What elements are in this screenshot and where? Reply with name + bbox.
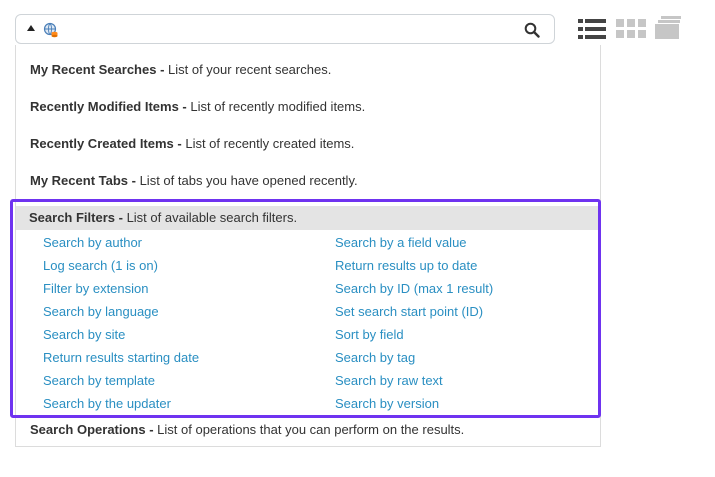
section-title: Search Operations [30,422,146,437]
stacked-view-icon[interactable] [655,16,683,40]
section-desc: List of tabs you have opened recently. [139,173,358,188]
filter-link[interactable]: Search by ID (max 1 result) [335,281,493,297]
search-filters-header[interactable]: Search Filters - List of available searc… [16,206,598,230]
section-desc: List of operations that you can perform … [157,422,465,437]
globe-database-icon[interactable] [43,22,59,38]
search-icon[interactable] [524,22,540,38]
section-title: My Recent Searches [30,62,157,77]
list-view-icon[interactable] [578,18,606,40]
recent-searches-item[interactable]: My Recent Searches - List of your recent… [30,62,331,78]
section-title: Recently Created Items [30,136,174,151]
recently-modified-item[interactable]: Recently Modified Items - List of recent… [30,99,365,115]
filter-link[interactable]: Search by version [335,396,439,412]
filter-link[interactable]: Search by the updater [43,396,171,412]
section-desc: List of recently created items. [185,136,355,151]
search-box[interactable] [15,14,555,44]
filter-link[interactable]: Filter by extension [43,281,149,297]
recent-tabs-item[interactable]: My Recent Tabs - List of tabs you have o… [30,173,358,189]
section-title: Recently Modified Items [30,99,179,114]
filter-link[interactable]: Return results up to date [335,258,477,274]
filter-link[interactable]: Search by template [43,373,155,389]
recently-created-item[interactable]: Recently Created Items - List of recentl… [30,136,354,152]
filter-link[interactable]: Search by a field value [335,235,467,251]
filter-link[interactable]: Search by raw text [335,373,443,389]
section-title: Search Filters [29,210,115,225]
section-desc: List of your recent searches. [168,62,332,77]
section-desc: List of available search filters. [126,210,298,225]
filter-link[interactable]: Search by site [43,327,125,343]
section-title: My Recent Tabs [30,173,129,188]
filter-link[interactable]: Log search (1 is on) [43,258,158,274]
caret-up-icon[interactable] [27,25,35,31]
grid-view-icon[interactable] [616,18,646,40]
filter-link[interactable]: Search by author [43,235,142,251]
section-desc: List of recently modified items. [190,99,366,114]
search-filters-label: Search Filters - List of available searc… [29,210,298,225]
filter-link[interactable]: Search by language [43,304,159,320]
search-operations-item[interactable]: Search Operations - List of operations t… [30,422,464,438]
filter-link[interactable]: Set search start point (ID) [335,304,483,320]
filter-link[interactable]: Search by tag [335,350,415,366]
filter-link[interactable]: Sort by field [335,327,404,343]
filter-link[interactable]: Return results starting date [43,350,199,366]
